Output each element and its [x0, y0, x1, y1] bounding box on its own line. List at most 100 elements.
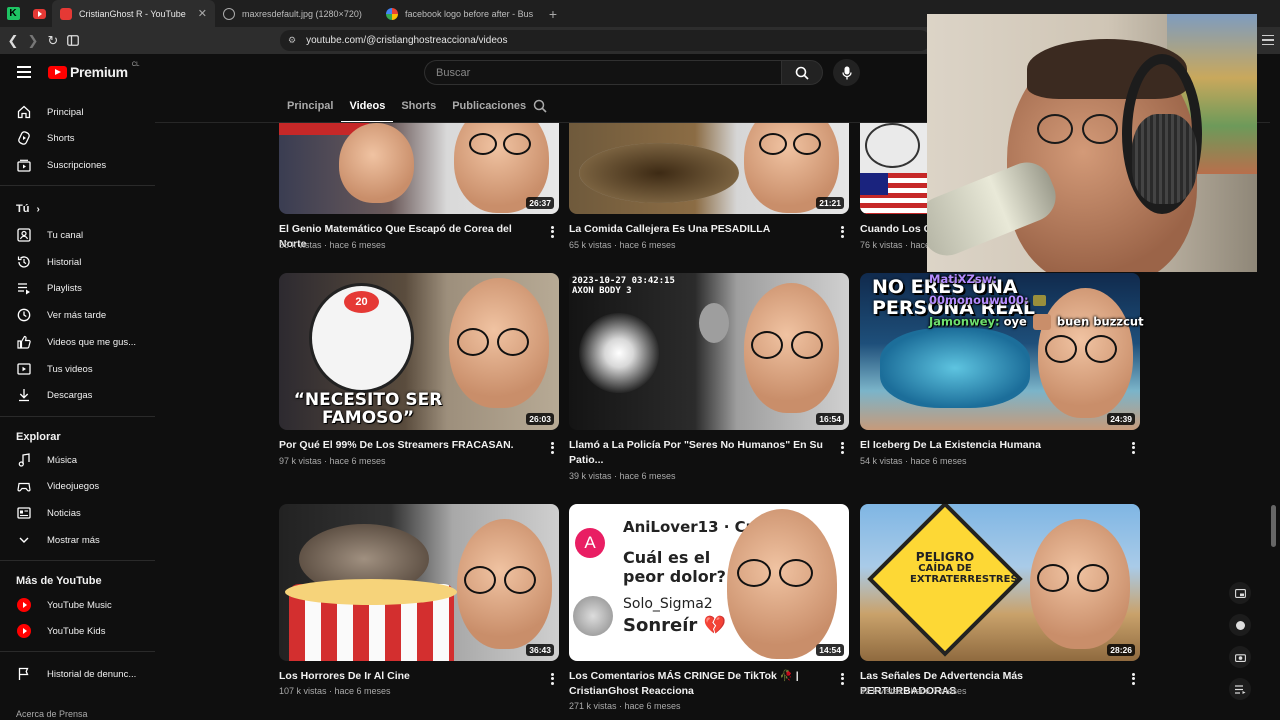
sidebar-item-tu-canal[interactable]: Tu canal	[0, 222, 155, 248]
video-duration: 16:54	[816, 413, 844, 425]
sidebar-item-descargas[interactable]: Descargas	[0, 382, 155, 408]
tab-title: CristianGhost R - YouTube	[79, 8, 186, 19]
flag-icon	[17, 667, 31, 681]
sidebar-item-label: Música	[47, 454, 78, 466]
sidebar-item-label: Ver más tarde	[47, 309, 107, 321]
video-thumbnail[interactable]: A AniLover13 · Crea Cuál es el peor dolo…	[569, 504, 849, 661]
sidebar-item-playlists[interactable]: Playlists	[0, 275, 155, 301]
sidebar-item-youtube-music[interactable]: YouTube Music	[0, 592, 155, 618]
forward-button[interactable]: ❯	[23, 27, 43, 54]
video-thumbnail[interactable]: 21:21	[569, 123, 849, 214]
browser-tab[interactable]: maxresdefault.jpg (1280×720)	[215, 0, 378, 27]
tab-principal[interactable]: Principal	[279, 92, 341, 123]
pause-button[interactable]	[1229, 614, 1251, 636]
more-options-icon[interactable]	[547, 672, 557, 686]
voice-search-button[interactable]	[833, 59, 860, 86]
back-button[interactable]: ❮	[3, 27, 23, 54]
video-title[interactable]: Los Horrores De Ir Al Cine	[279, 669, 541, 684]
you-section-header[interactable]: Tú ›	[16, 203, 40, 215]
video-thumbnail[interactable]: PELIGRO CAÍDA DE EXTRATERRESTRES 28:26	[860, 504, 1140, 661]
channel-search-icon[interactable]	[533, 99, 547, 118]
view-count: 97 k vistas	[279, 456, 322, 466]
video-duration: 26:37	[526, 197, 554, 209]
tab-publicaciones[interactable]: Publicaciones	[444, 92, 534, 123]
upload-age: hace 6 meses	[910, 456, 967, 466]
globe-icon	[223, 7, 235, 20]
sidebar-footer-links[interactable]: Acerca de Prensa	[16, 709, 88, 719]
video-title-line: Llamó a La Policía Por "Seres No Humanos…	[569, 439, 823, 451]
sidebar-item-tus-videos[interactable]: Tus videos	[0, 356, 155, 382]
youtube-music-icon	[17, 598, 31, 612]
sidebar-item-musica[interactable]: Música	[0, 447, 155, 473]
video-title[interactable]: Cuando Los G	[860, 222, 927, 237]
reload-button[interactable]: ↻	[43, 27, 63, 54]
sidebar-item-shorts[interactable]: Shorts	[0, 125, 155, 151]
sidebar-item-label: Tus videos	[47, 363, 93, 375]
sidebar-item-principal[interactable]: Principal	[0, 99, 155, 125]
video-title[interactable]: Los Comentarios MÁS CRINGE De TikTok 🥀 |…	[569, 669, 831, 699]
pinned-tab-kick[interactable]: K	[0, 0, 26, 27]
video-thumbnail[interactable]: 2023-10-27 03:42:15 AXON BODY 3 16:54	[569, 273, 849, 430]
search-placeholder: Buscar	[436, 66, 471, 79]
tab-shorts[interactable]: Shorts	[393, 92, 444, 123]
your-videos-icon	[17, 362, 31, 376]
more-options-icon[interactable]	[837, 672, 847, 686]
video-title[interactable]: Por Qué El 99% De Los Streamers FRACASAN…	[279, 438, 541, 453]
sidebar-item-historial[interactable]: Historial	[0, 249, 155, 275]
video-thumbnail[interactable]	[860, 123, 927, 214]
search-input[interactable]: Buscar	[424, 60, 781, 85]
shorts-icon	[17, 131, 31, 145]
video-title[interactable]: Llamó a La Policía Por "Seres No Humanos…	[569, 438, 831, 468]
video-thumbnail[interactable]: 20 “NECESITO SER FAMOSO” 26:03	[279, 273, 559, 430]
new-tab-button[interactable]: +	[541, 6, 565, 22]
gaming-icon	[17, 479, 31, 493]
sidebar-item-liked-videos[interactable]: Videos que me gus...	[0, 329, 155, 355]
video-duration: 28:26	[1107, 644, 1135, 656]
video-meta: 76 k vistas · hace 6	[860, 240, 927, 250]
google-icon	[386, 7, 398, 20]
show-more-button[interactable]: Mostrar más	[0, 527, 155, 553]
site-info-icon[interactable]: ⚙	[288, 35, 296, 46]
miniplayer-button[interactable]	[1229, 582, 1251, 604]
sidebar-item-ver-mas-tarde[interactable]: Ver más tarde	[0, 302, 155, 328]
sidebar-item-label: Historial	[47, 256, 82, 268]
tab-videos[interactable]: Videos	[341, 92, 394, 123]
video-title-line: Patio...	[569, 454, 604, 466]
search-button[interactable]	[781, 60, 823, 85]
video-thumbnail[interactable]: 26:37	[279, 123, 559, 214]
pause-icon	[1235, 620, 1245, 630]
more-options-icon[interactable]	[547, 441, 557, 455]
sidebar-item-suscripciones[interactable]: Suscripciones	[0, 152, 155, 178]
sidebar-item-label: Tu canal	[47, 229, 84, 241]
logo-text: Premium	[70, 64, 128, 80]
browser-menu-icon[interactable]	[1262, 33, 1274, 47]
video-title[interactable]: El Iceberg De La Existencia Humana	[860, 438, 1122, 453]
video-card[interactable]: Cuando Los G 76 k vistas · hace 6	[860, 123, 927, 253]
more-options-icon[interactable]	[837, 225, 847, 239]
more-options-icon[interactable]	[1128, 672, 1138, 686]
video-duration: 36:43	[526, 644, 554, 656]
sidebar-toggle-button[interactable]	[63, 27, 83, 54]
url-field[interactable]: ⚙ youtube.com/@cristianghostreacciona/vi…	[280, 30, 930, 51]
sidebar-item-report-history[interactable]: Historial de denunc...	[0, 661, 155, 687]
sidebar-item-noticias[interactable]: Noticias	[0, 500, 155, 526]
news-icon	[17, 506, 31, 520]
scrollbar-thumb[interactable]	[1271, 505, 1276, 547]
more-options-icon[interactable]	[1128, 441, 1138, 455]
browser-tab[interactable]: facebook logo before after - Buscar	[378, 0, 541, 27]
browser-tab[interactable]: CristianGhost R - YouTube ✕	[52, 0, 215, 27]
close-tab-icon[interactable]: ✕	[198, 7, 207, 20]
sidebar-item-youtube-kids[interactable]: YouTube Kids	[0, 618, 155, 644]
pinned-tab-youtube[interactable]	[26, 0, 52, 27]
video-title[interactable]: La Comida Callejera Es Una PESADILLA	[569, 222, 831, 237]
screenshot-button[interactable]	[1229, 646, 1251, 668]
sidebar: Principal Shorts Suscripciones Tú › Tu c…	[0, 92, 155, 720]
sidebar-item-videojuegos[interactable]: Videojuegos	[0, 473, 155, 499]
more-options-icon[interactable]	[547, 225, 557, 239]
more-options-icon[interactable]	[837, 441, 847, 455]
queue-button[interactable]	[1229, 678, 1251, 700]
video-thumbnail[interactable]: 36:43	[279, 504, 559, 661]
youtube-premium-logo[interactable]: Premium CL	[48, 62, 139, 80]
video-meta: 56 k vistas · hace 6 meses	[279, 240, 386, 250]
menu-icon[interactable]	[17, 66, 31, 78]
